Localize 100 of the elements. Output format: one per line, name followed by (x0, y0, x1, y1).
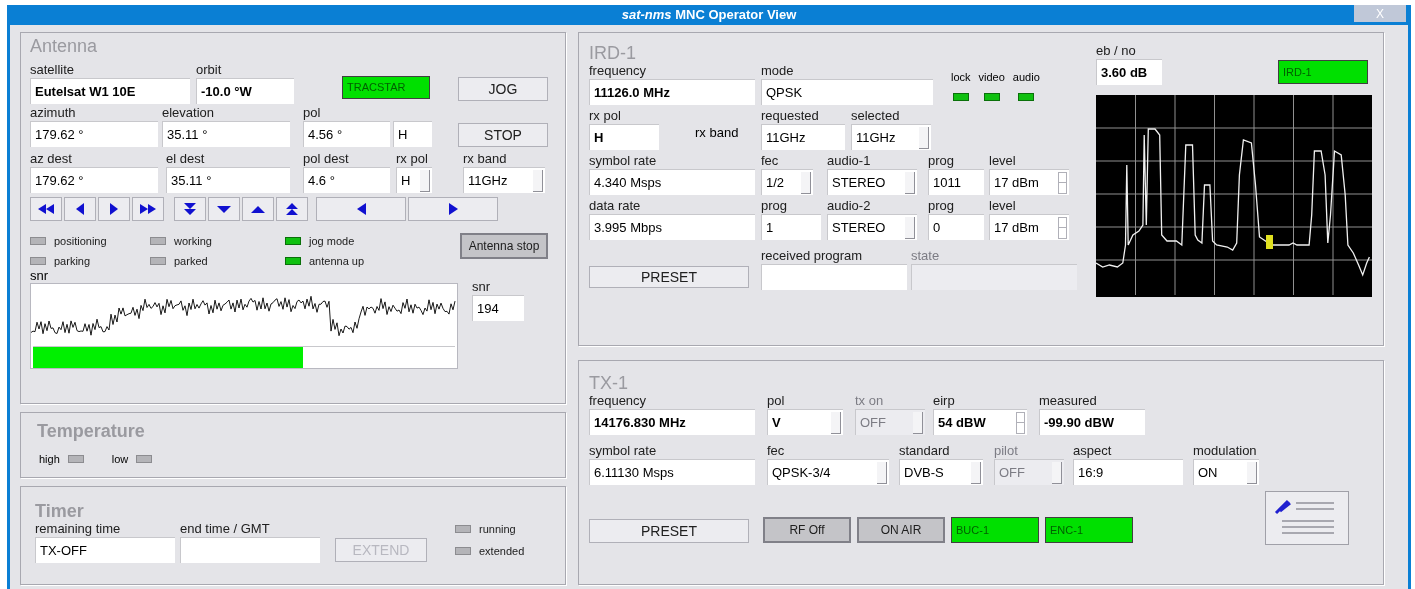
input-field[interactable]: 0 (928, 214, 984, 240)
indicator-label: video (978, 69, 1005, 85)
jog-button[interactable] (208, 197, 240, 221)
dropdown-field[interactable]: 1/2 (761, 169, 813, 195)
button[interactable]: ENC-1 (1045, 517, 1133, 543)
input-field[interactable]: 16:9 (1073, 459, 1183, 485)
field-label: tx on (855, 393, 884, 409)
input-field[interactable]: 6.11130 Msps (589, 459, 755, 485)
button[interactable]: TRACSTAR (342, 76, 430, 99)
input-field[interactable]: H (393, 121, 432, 147)
panel-title: Timer (35, 501, 84, 521)
jog-button[interactable] (316, 197, 406, 221)
field-label: requested (761, 108, 819, 124)
dropdown-field[interactable]: 11GHz (851, 124, 931, 150)
field-label: symbol rate (589, 153, 657, 169)
input-field[interactable]: 3.60 dB (1096, 59, 1162, 85)
input-field[interactable]: 179.62 ° (30, 167, 158, 193)
button[interactable]: STOP (458, 123, 548, 147)
input-field[interactable]: Eutelsat W1 10E (30, 78, 190, 104)
field-label: prog (928, 153, 955, 169)
dropdown-field[interactable]: V (767, 409, 843, 435)
field-label: pol (303, 105, 321, 121)
jog-button[interactable] (276, 197, 308, 221)
field-label: rx pol (589, 108, 621, 124)
jog-button[interactable] (408, 197, 498, 221)
input-field[interactable] (180, 537, 320, 563)
input-field[interactable]: 4.6 ° (303, 167, 390, 193)
field-label: audio-2 (827, 198, 871, 214)
field-label: eb / no (1096, 43, 1136, 59)
input-field[interactable]: TX-OFF (35, 537, 175, 563)
input-field[interactable]: -99.90 dBW (1039, 409, 1145, 435)
button[interactable]: JOG (458, 77, 548, 101)
fast-forward-icon (140, 204, 156, 214)
dropdown-field[interactable]: H (396, 167, 432, 193)
jog-button[interactable] (30, 197, 62, 221)
dropdown-field[interactable]: 11GHz (463, 167, 545, 193)
input-field[interactable]: QPSK (761, 79, 933, 105)
indicator-label: high (39, 452, 60, 467)
input-field[interactable]: 179.62 ° (30, 121, 158, 147)
input-field[interactable]: 14176.830 MHz (589, 409, 755, 435)
input-field[interactable]: 4.56 ° (303, 121, 390, 147)
right-arrow-icon (448, 203, 458, 215)
jog-button[interactable] (64, 197, 96, 221)
field-label: rx band (695, 123, 740, 142)
field-label: mode (761, 63, 794, 79)
input-field[interactable]: 11GHz (761, 124, 845, 150)
field-label: aspect (1073, 443, 1112, 459)
input-field[interactable]: 4.340 Msps (589, 169, 755, 195)
field-label: azimuth (30, 105, 76, 121)
indicator-label: positioning (54, 234, 107, 249)
up-arrow-icon (251, 205, 265, 213)
panel-title: Temperature (37, 421, 145, 441)
spinner-field[interactable]: 17 dBm (989, 214, 1069, 240)
field-label: frequency (589, 63, 647, 79)
button[interactable]: ON AIR (857, 517, 945, 543)
field-label: prog (928, 198, 955, 214)
field-label: eirp (933, 393, 955, 409)
button[interactable]: PRESET (589, 266, 749, 288)
button[interactable]: BUC-1 (951, 517, 1039, 543)
field-label: pilot (994, 443, 1018, 459)
jog-button[interactable] (98, 197, 130, 221)
spinner-field[interactable]: 17 dBm (989, 169, 1069, 195)
field-label: remaining time (35, 521, 121, 537)
input-field[interactable]: 11126.0 MHz (589, 79, 755, 105)
input-field[interactable]: 3.995 Mbps (589, 214, 755, 240)
dropdown-field[interactable]: QPSK-3/4 (767, 459, 889, 485)
input-field[interactable]: H (589, 124, 659, 150)
input-field[interactable]: 194 (472, 295, 524, 321)
input-field[interactable]: 35.11 ° (166, 167, 290, 193)
indicator-label: running (479, 522, 516, 537)
button[interactable]: Antenna stop (460, 233, 548, 259)
button[interactable]: IRD-1 (1278, 60, 1368, 84)
indicator-label: working (174, 234, 212, 249)
dropdown-field[interactable]: DVB-S (899, 459, 983, 485)
field-label: az dest (30, 151, 72, 167)
jog-button[interactable] (174, 197, 206, 221)
dropdown-field[interactable]: STEREO (827, 214, 917, 240)
field-label: pol dest (303, 151, 349, 167)
jog-button[interactable] (132, 197, 164, 221)
indicator-label: audio (1012, 69, 1040, 85)
indicator-label: low (111, 452, 129, 467)
snr-label: snr (30, 269, 49, 283)
field-label: level (989, 198, 1016, 214)
input-field[interactable]: -10.0 °W (196, 78, 294, 104)
input-field[interactable]: 1011 (928, 169, 984, 195)
field-label: fec (761, 153, 779, 169)
indicator-label: extended (479, 543, 525, 559)
dropdown-field[interactable]: ON (1193, 459, 1259, 485)
panel-title: Antenna (30, 36, 98, 56)
input-field[interactable] (761, 264, 907, 290)
field-label: modulation (1193, 443, 1257, 459)
field-label: level (989, 153, 1016, 169)
jog-button[interactable] (242, 197, 274, 221)
button[interactable]: RF Off (763, 517, 851, 543)
dropdown-field[interactable]: STEREO (827, 169, 917, 195)
input-field[interactable]: 35.11 ° (162, 121, 290, 147)
button[interactable]: PRESET (589, 519, 749, 543)
window-title: sat-nms MNC Operator View (621, 6, 797, 25)
spinner-field[interactable]: 54 dBW (933, 409, 1027, 435)
input-field[interactable]: 1 (761, 214, 821, 240)
